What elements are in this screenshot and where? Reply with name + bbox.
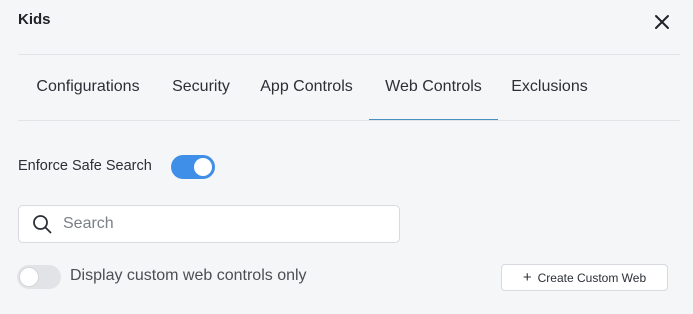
dialog-header: Kids: [0, 0, 693, 54]
search-field[interactable]: [18, 205, 400, 243]
enforce-safe-search-toggle[interactable]: [171, 155, 215, 179]
enforce-safe-search-label: Enforce Safe Search: [18, 158, 152, 174]
tab-app-controls[interactable]: App Controls: [244, 55, 369, 121]
dialog-title: Kids: [18, 11, 51, 28]
close-button[interactable]: [650, 10, 674, 34]
search-input[interactable]: [63, 206, 393, 242]
tab-configurations[interactable]: Configurations: [18, 55, 158, 121]
close-icon: [655, 15, 669, 29]
custom-web-controls-only-label: Display custom web controls only: [70, 267, 307, 284]
toggle-knob: [20, 268, 38, 286]
tab-security[interactable]: Security: [158, 55, 244, 121]
tab-exclusions[interactable]: Exclusions: [498, 55, 601, 121]
tab-bar: Configurations Security App Controls Web…: [18, 55, 680, 121]
create-custom-web-button[interactable]: + Create Custom Web: [501, 264, 668, 291]
tabs-divider: [18, 120, 680, 121]
custom-web-controls-only-toggle[interactable]: [17, 265, 61, 289]
toggle-knob: [194, 158, 212, 176]
search-icon: [33, 215, 52, 234]
tab-web-controls[interactable]: Web Controls: [369, 55, 498, 121]
create-custom-web-label: Create Custom Web: [537, 270, 647, 285]
plus-icon: +: [522, 269, 532, 286]
